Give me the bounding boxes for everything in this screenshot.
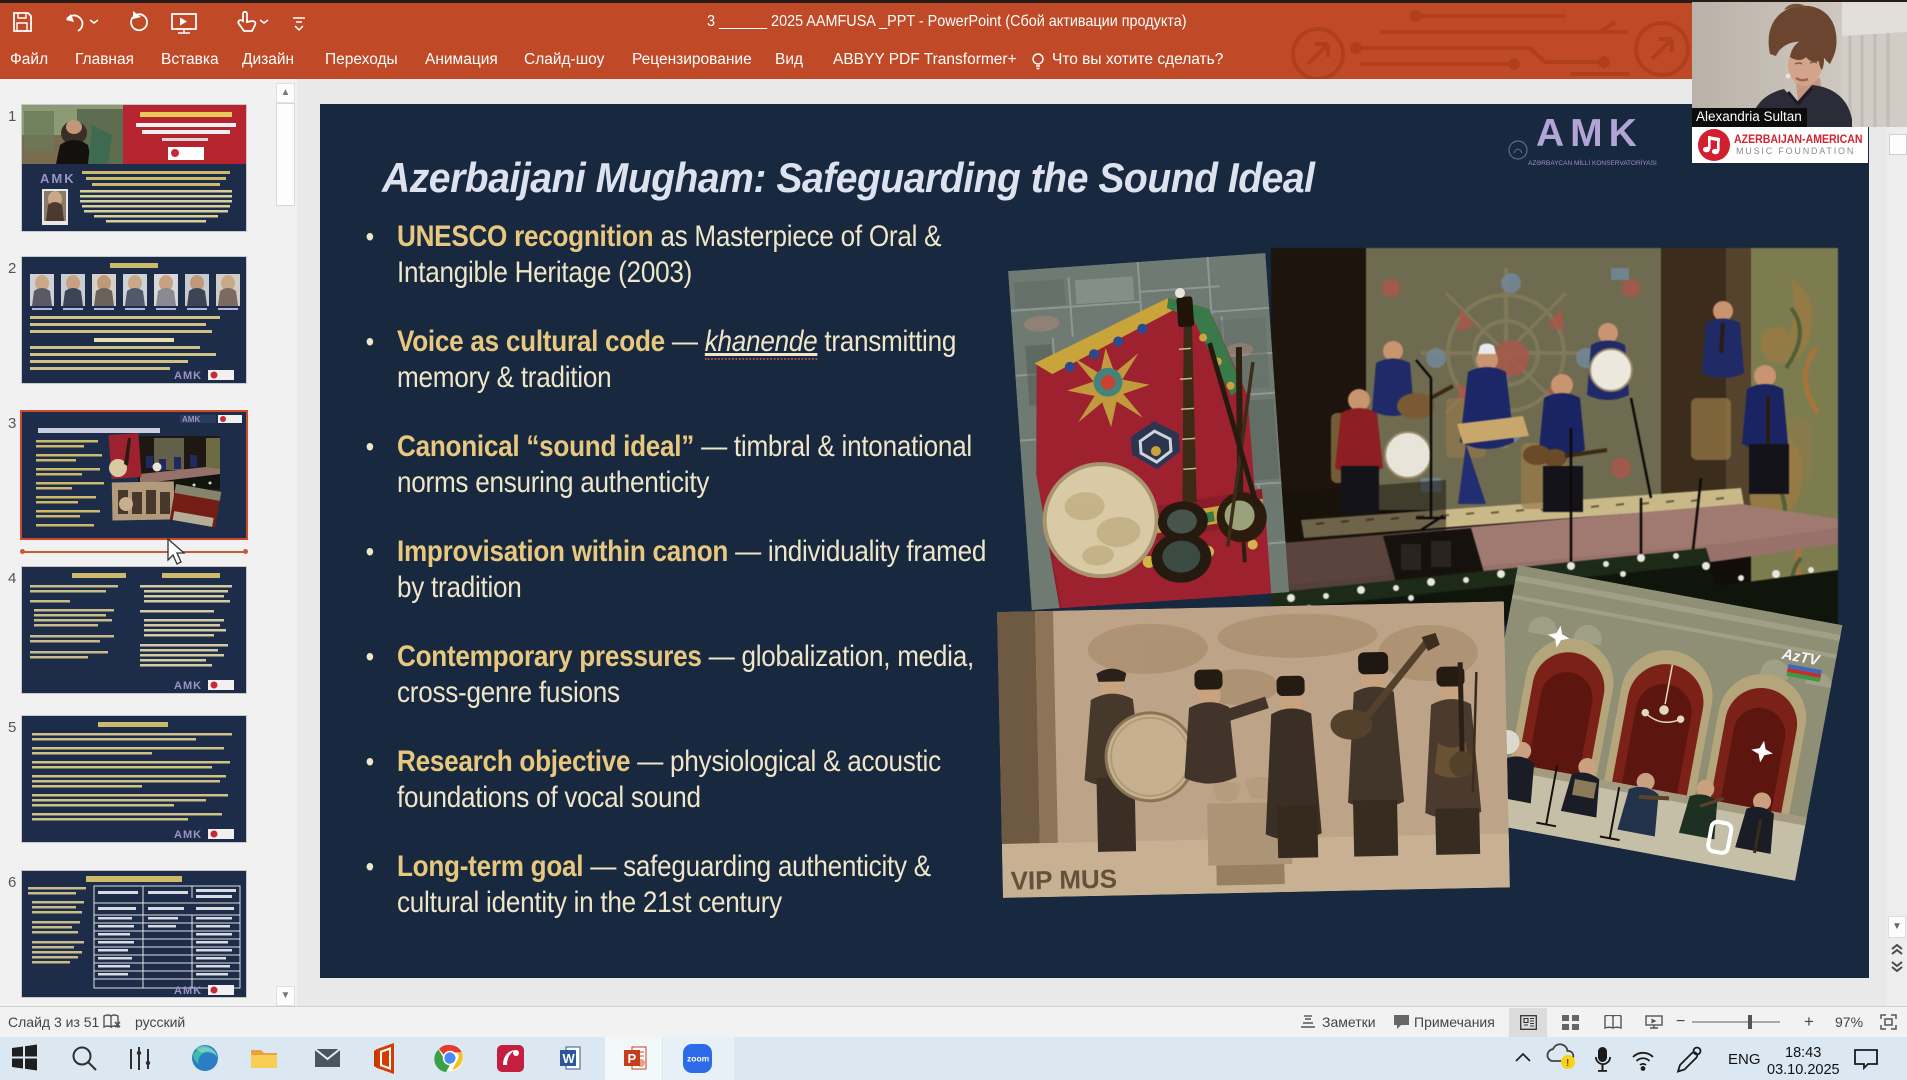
svg-text:AMK: AMK <box>40 171 76 186</box>
svg-text:AMK: AMK <box>182 415 200 424</box>
svg-text:18:43: 18:43 <box>1785 1045 1821 1061</box>
svg-text:!: ! <box>1566 1058 1569 1069</box>
svg-text:AMK: AMK <box>174 829 202 841</box>
svg-text:zoom: zoom <box>687 1054 710 1064</box>
svg-text:VIP MUS: VIP MUS <box>1010 864 1117 896</box>
svg-text:AMK: AMK <box>174 370 202 382</box>
svg-text:03.10.2025: 03.10.2025 <box>1767 1062 1840 1078</box>
svg-text:AMK: AMK <box>174 680 202 692</box>
svg-text:AMK: AMK <box>174 985 202 997</box>
svg-text:W: W <box>563 1051 576 1066</box>
svg-text:ENG: ENG <box>1728 1051 1761 1068</box>
svg-text:P: P <box>628 1051 637 1066</box>
